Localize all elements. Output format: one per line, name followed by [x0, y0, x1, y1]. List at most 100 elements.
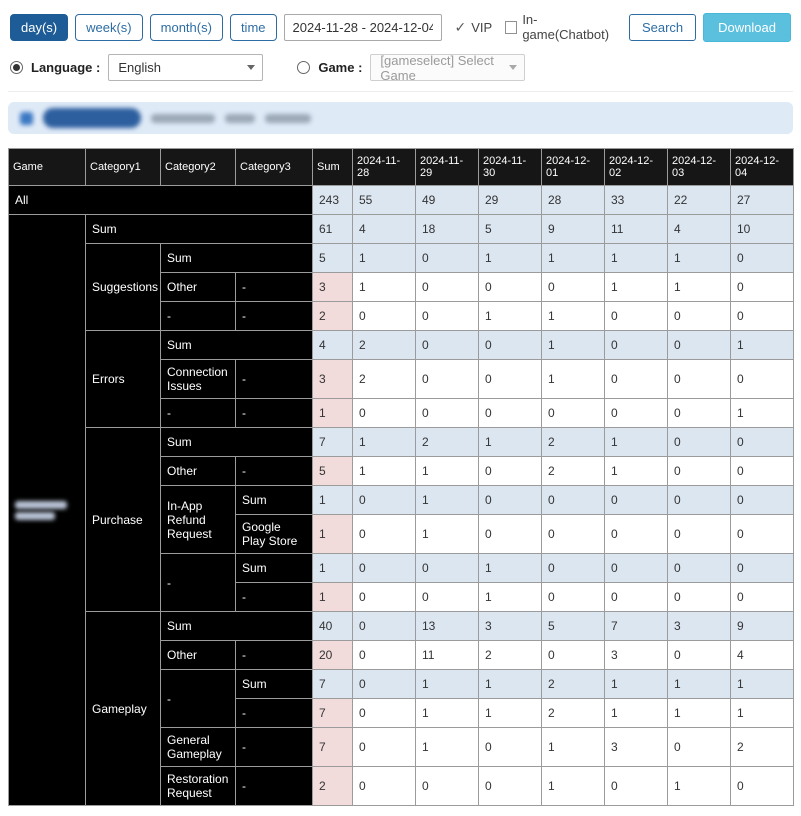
date-value-cell: 2: [541, 669, 605, 699]
date-value-cell: 7: [604, 611, 668, 641]
date-range-input[interactable]: [283, 13, 442, 41]
category-cell: -: [160, 669, 236, 728]
toolbar: day(s) week(s) month(s) time ✓ VIP In-ga…: [8, 8, 793, 48]
date-value-cell: 0: [541, 398, 605, 428]
date-value-cell: 11: [415, 640, 479, 670]
date-value-cell: 2: [352, 359, 416, 399]
language-radio[interactable]: [10, 61, 23, 74]
date-value-cell: 0: [604, 766, 668, 806]
date-value-cell: 0: [730, 553, 794, 583]
date-value-cell: 0: [604, 330, 668, 360]
date-value-cell: 0: [352, 669, 416, 699]
language-select[interactable]: English: [108, 54, 264, 81]
date-value-cell: 1: [352, 456, 416, 486]
date-value-cell: 2: [541, 427, 605, 457]
redacted-notice-text: [225, 113, 255, 123]
date-value-cell: 0: [352, 582, 416, 612]
vip-checkbox-group[interactable]: ✓ VIP: [455, 20, 493, 35]
date-value-cell: 0: [478, 727, 542, 767]
category-cell: Errors: [85, 330, 161, 428]
date-value-cell: 4: [352, 214, 416, 244]
sum-value-cell: 61: [312, 214, 353, 244]
date-value-cell: 0: [352, 640, 416, 670]
date-value-cell: 11: [604, 214, 668, 244]
report-table: Game Category1 Category2 Category3 Sum 2024-1…: [8, 148, 794, 806]
category-cell: -: [235, 640, 313, 670]
category-cell: Purchase: [85, 427, 161, 612]
table-row: Sum 61 4 18 5 9 11 4 10: [8, 214, 794, 806]
ingame-checkbox-group[interactable]: In-game(Chatbot): [505, 12, 616, 42]
game-label: Game :: [318, 60, 363, 75]
date-value-cell: 0: [730, 272, 794, 302]
date-value-cell: 0: [541, 485, 605, 515]
check-icon: ✓: [454, 19, 467, 35]
column-header: 2024-12-04: [730, 148, 794, 186]
date-value-cell: 0: [415, 553, 479, 583]
date-value-cell: 1: [667, 272, 731, 302]
category-cell: Sum: [235, 485, 313, 515]
date-value-cell: 0: [667, 330, 731, 360]
date-value-cell: 0: [352, 485, 416, 515]
column-header: Category2: [160, 148, 236, 186]
vip-checkbox-label: VIP: [471, 19, 493, 35]
category-cell: Gameplay: [85, 611, 161, 806]
redacted-notice-bar: [8, 102, 793, 134]
download-button[interactable]: Download: [703, 12, 791, 42]
date-value-cell: 1: [730, 698, 794, 728]
table-row: All 243 55 49 29 28 33 22 27: [8, 185, 794, 215]
report-page: day(s) week(s) month(s) time ✓ VIP In-ga…: [0, 0, 801, 816]
category-cell: -: [160, 398, 236, 428]
category-cell: Suggestions: [85, 243, 161, 331]
game-radio[interactable]: [297, 61, 311, 74]
date-value-cell: 0: [730, 301, 794, 331]
date-value-cell: 0: [415, 359, 479, 399]
sum-value-cell: 1: [312, 582, 353, 612]
date-value-cell: 0: [541, 640, 605, 670]
category-cell: Restoration Request: [160, 766, 236, 806]
period-button-time[interactable]: time: [229, 13, 277, 41]
date-value-cell: 1: [667, 698, 731, 728]
checkbox-empty-icon[interactable]: [505, 20, 518, 34]
date-value-cell: 1: [541, 330, 605, 360]
date-value-cell: 1: [730, 330, 794, 360]
redacted-notice-button[interactable]: [43, 108, 141, 128]
date-value-cell: 0: [352, 514, 416, 554]
date-value-cell: 49: [415, 185, 479, 215]
date-value-cell: 5: [478, 214, 542, 244]
category-cell: Sum: [160, 243, 313, 273]
period-button-week[interactable]: week(s): [75, 13, 143, 41]
date-value-cell: 0: [541, 553, 605, 583]
date-value-cell: 1: [604, 243, 668, 273]
period-button-month[interactable]: month(s): [149, 13, 223, 41]
date-value-cell: 4: [730, 640, 794, 670]
sum-value-cell: 7: [312, 669, 353, 699]
date-value-cell: 0: [667, 398, 731, 428]
category-cell: -: [235, 359, 313, 399]
sum-value-cell: 1: [312, 485, 353, 515]
sum-value-cell: 1: [312, 553, 353, 583]
date-value-cell: 0: [667, 582, 731, 612]
date-value-cell: 0: [604, 582, 668, 612]
sum-value-cell: 5: [312, 243, 353, 273]
date-value-cell: 0: [541, 272, 605, 302]
date-value-cell: 1: [478, 301, 542, 331]
date-value-cell: 22: [667, 185, 731, 215]
date-value-cell: 0: [478, 456, 542, 486]
sum-value-cell: 20: [312, 640, 353, 670]
date-value-cell: 0: [478, 514, 542, 554]
date-value-cell: 27: [730, 185, 794, 215]
date-value-cell: 3: [667, 611, 731, 641]
date-value-cell: 2: [478, 640, 542, 670]
date-value-cell: 0: [415, 272, 479, 302]
date-value-cell: 1: [541, 243, 605, 273]
sum-value-cell: 40: [312, 611, 353, 641]
period-button-day[interactable]: day(s): [10, 13, 69, 41]
date-value-cell: 0: [604, 553, 668, 583]
redacted-notice-text: [265, 113, 311, 123]
date-value-cell: 10: [730, 214, 794, 244]
search-button[interactable]: Search: [628, 13, 697, 41]
report-body: All 243 55 49 29 28 33 22 27 Sum 61 4 18 5 9 11 4 10 Sugge…: [8, 185, 794, 806]
game-select[interactable]: [gameselect] Select Game: [370, 53, 526, 83]
category-cell: Other: [160, 272, 236, 302]
category-cell: -: [235, 272, 313, 302]
